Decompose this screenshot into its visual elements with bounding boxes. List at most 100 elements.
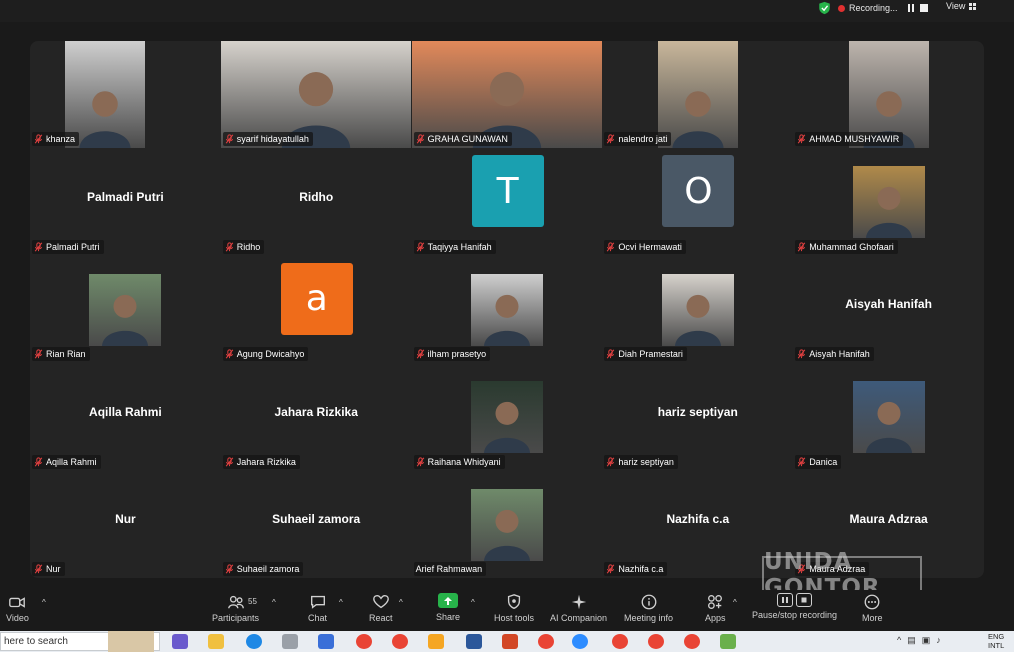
participant-tile[interactable]: Nur Nur <box>30 471 221 578</box>
participant-video <box>470 488 543 561</box>
language-code: ENG <box>988 632 1005 641</box>
store-icon[interactable] <box>318 634 334 649</box>
participant-tile[interactable]: Diah Pramestari <box>602 256 793 363</box>
react-button[interactable]: React <box>369 593 393 623</box>
file-explorer-icon[interactable] <box>208 634 224 649</box>
network-icon[interactable]: ▤ <box>907 635 916 646</box>
participant-tile[interactable]: Danica <box>793 363 984 470</box>
host-tools-button[interactable]: Host tools <box>494 593 534 623</box>
edge-browser-icon[interactable] <box>246 634 262 649</box>
mic-muted-icon <box>606 456 615 467</box>
participant-tile[interactable]: Ridho Ridho <box>221 148 412 255</box>
apps-button[interactable]: Apps <box>705 593 726 623</box>
apps-icon <box>708 595 723 609</box>
chevron-up-icon[interactable]: ^ <box>897 635 901 646</box>
chrome-icon[interactable] <box>392 634 408 649</box>
language-indicator[interactable]: ENG INTL <box>988 632 1004 650</box>
participant-video <box>852 381 925 454</box>
view-button[interactable]: View <box>946 1 977 11</box>
participant-tile[interactable]: Rian Rian <box>30 256 221 363</box>
person-silhouette-icon <box>865 187 912 239</box>
participant-name: Ocvi Hermawati <box>618 241 682 252</box>
meeting-info-button[interactable]: Meeting info <box>624 593 673 623</box>
mic-muted-icon <box>416 242 425 252</box>
participant-letter-avatar: T <box>471 155 544 228</box>
participant-name-label: Arief Rahmawan <box>413 561 487 576</box>
host-tools-shield-icon <box>507 594 521 610</box>
mic-muted-icon <box>797 456 806 467</box>
participant-tile[interactable]: Raihana Whidyani <box>412 363 603 470</box>
app-icon[interactable] <box>282 634 298 649</box>
participant-tile[interactable]: T Taqiyya Hanifah <box>412 148 603 255</box>
chat-options-chevron-icon[interactable]: ^ <box>339 598 343 607</box>
taskbar-weather-image[interactable] <box>108 631 154 652</box>
mic-muted-icon <box>797 349 806 359</box>
participants-options-chevron-icon[interactable]: ^ <box>272 598 276 607</box>
pause-stop-recording-button[interactable]: Pause/stop recording <box>752 593 837 620</box>
participant-name: ilham prasetyo <box>427 349 487 360</box>
participant-tile[interactable]: ilham prasetyo <box>412 256 603 363</box>
participant-name: Danica <box>809 456 838 467</box>
react-options-chevron-icon[interactable]: ^ <box>399 598 403 607</box>
participant-tile[interactable]: khanza <box>30 41 221 148</box>
copilot-icon[interactable] <box>172 634 188 649</box>
participant-name-label: Diah Pramestari <box>604 347 687 362</box>
chrome-icon[interactable] <box>538 634 554 649</box>
zoom-icon[interactable] <box>572 634 588 649</box>
volume-icon[interactable]: ♪ <box>936 635 941 646</box>
participant-tile[interactable]: Aisyah Hanifah Aisyah Hanifah <box>793 256 984 363</box>
participant-display-name: Aisyah Hanifah <box>845 297 932 312</box>
chrome-icon[interactable] <box>612 634 628 649</box>
mic-muted-icon <box>797 134 806 144</box>
participant-display-name: Nur <box>115 511 136 526</box>
participant-video <box>470 381 543 454</box>
participant-name: Rian Rian <box>46 349 86 360</box>
video-label: Video <box>6 613 29 623</box>
chat-button[interactable]: Chat <box>308 593 327 623</box>
participant-tile[interactable]: a Agung Dwicahyo <box>221 256 412 363</box>
stop-recording-icon[interactable] <box>919 4 928 12</box>
participant-tile[interactable]: Jahara Rizkika Jahara Rizkika <box>221 363 412 470</box>
participant-tile[interactable]: Aqilla Rahmi Aqilla Rahmi <box>30 363 221 470</box>
participant-name: Arief Rahmawan <box>415 563 483 574</box>
word-icon[interactable] <box>466 634 482 649</box>
mic-muted-icon <box>34 456 43 467</box>
chrome-icon[interactable] <box>684 634 700 649</box>
chrome-icon[interactable] <box>648 634 664 649</box>
participant-tile[interactable]: AHMAD MUSHYAWIR <box>793 41 984 148</box>
system-tray: ^ ▤ ▣ ♪ <box>897 635 941 646</box>
video-options-chevron-icon[interactable]: ^ <box>42 598 46 607</box>
participant-name-label: AHMAD MUSHYAWIR <box>795 132 904 147</box>
more-button[interactable]: More <box>862 593 883 623</box>
participant-name-label: Agung Dwicahyo <box>222 347 309 362</box>
participant-tile[interactable]: Muhammad Ghofaari <box>793 148 984 255</box>
share-button[interactable]: Share <box>436 593 460 622</box>
ai-companion-button[interactable]: AI Companion <box>550 593 607 623</box>
apps-options-chevron-icon[interactable]: ^ <box>733 598 737 607</box>
participant-display-name: Suhaeil zamora <box>272 511 361 526</box>
participant-tile[interactable]: hariz septiyan hariz septiyan <box>602 363 793 470</box>
video-button[interactable]: Video <box>6 593 29 623</box>
mic-muted-icon <box>606 564 615 574</box>
participant-name-label: nalendro jati <box>604 132 672 147</box>
participant-tile[interactable]: Suhaeil zamora Suhaeil zamora <box>221 471 412 578</box>
react-label: React <box>369 613 393 623</box>
app-icon[interactable] <box>428 634 444 649</box>
powerpoint-icon[interactable] <box>502 634 518 649</box>
shield-check-icon[interactable] <box>818 1 831 15</box>
mic-muted-icon <box>34 349 43 359</box>
participant-video <box>852 166 925 239</box>
participant-tile[interactable]: O Ocvi Hermawati <box>602 148 793 255</box>
participant-name-label: ilham prasetyo <box>413 347 491 362</box>
share-options-chevron-icon[interactable]: ^ <box>471 598 475 607</box>
pause-recording-icon[interactable] <box>907 4 914 12</box>
participant-tile[interactable]: GRAHA GUNAWAN <box>411 41 603 148</box>
participant-name: Taqiyya Hanifah <box>427 241 492 252</box>
app-icon[interactable] <box>720 634 736 649</box>
chrome-icon[interactable] <box>356 634 372 649</box>
participant-tile[interactable]: syarif hidayatullah <box>220 41 412 148</box>
participant-tile[interactable]: Palmadi Putri Palmadi Putri <box>30 148 221 255</box>
participant-tile[interactable]: nalendro jati <box>602 41 793 148</box>
display-icon[interactable]: ▣ <box>922 635 931 646</box>
participant-tile[interactable]: Arief Rahmawan <box>412 471 603 578</box>
